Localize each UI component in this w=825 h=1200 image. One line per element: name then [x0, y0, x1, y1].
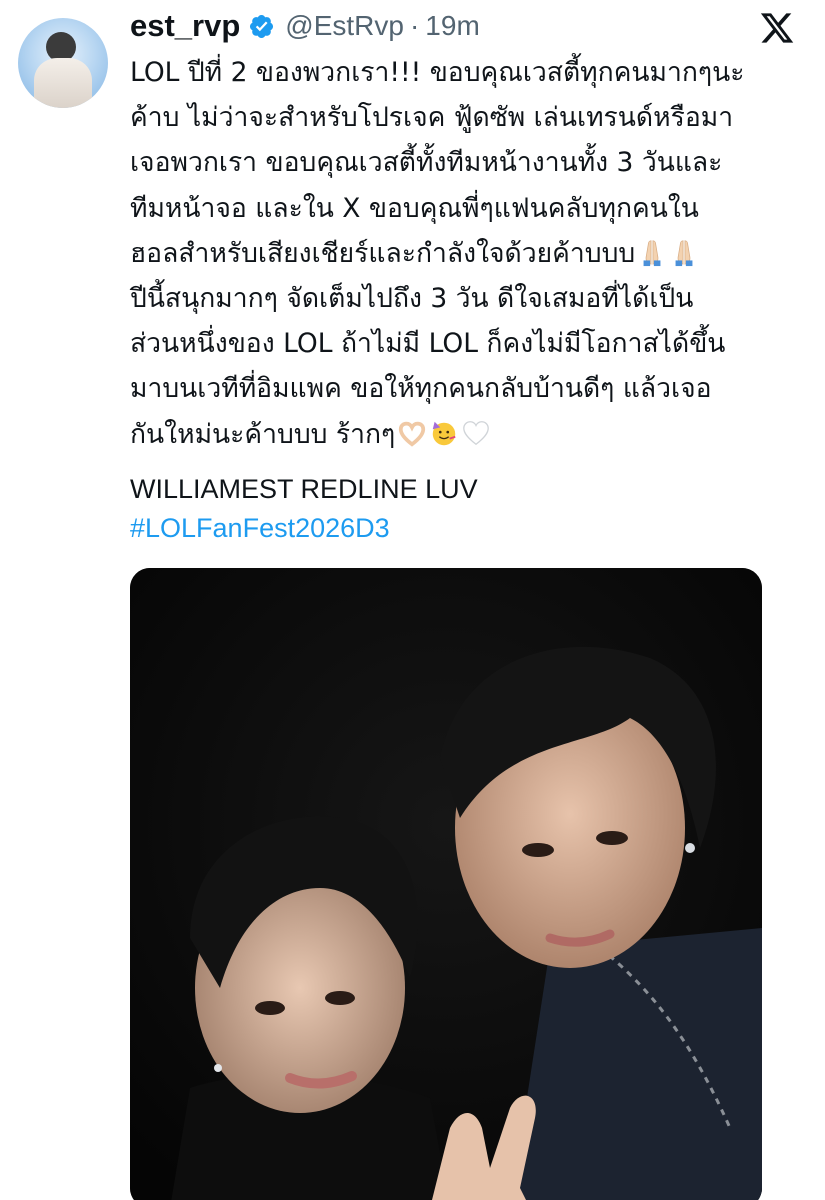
signature-text: WILLIAMEST REDLINE LUV — [130, 474, 478, 504]
text-line: กันใหม่นะค้าบบบ ร้ากๆ — [130, 418, 396, 450]
text-line-with-emoji: ฮอลสำหรับเสียงเชียร์และกำลังใจด้วยค้าบบบ — [130, 231, 802, 276]
profile-avatar[interactable] — [18, 18, 108, 108]
white-heart-emoji — [463, 420, 490, 445]
folded-hands-emoji — [675, 240, 693, 266]
selfie-photo — [130, 568, 762, 1200]
text-line: มาบนเวทีที่อิมแพค ขอให้ทุกคนกลับบ้านดีๆ … — [130, 373, 712, 405]
avatar-body — [34, 58, 92, 108]
text-line-with-emoji: กันใหม่นะค้าบบบ ร้ากๆ — [130, 412, 802, 457]
timestamp[interactable]: 19m — [425, 10, 479, 42]
x-logo-icon[interactable] — [759, 10, 795, 46]
text-line: เจอพวกเรา ขอบคุณเวสตี้ทั้งทีมหน้างานทั้ง… — [130, 147, 723, 179]
verified-badge-icon — [250, 14, 274, 38]
tweet: est_rvp @EstRvp · 19m LOL ปีที่ 2 ของพวก… — [0, 0, 825, 1200]
tweet-text: LOL ปีที่ 2 ของพวกเรา!!! ขอบคุณเวสตี้ทุก… — [130, 50, 802, 457]
heart-hands-emoji — [399, 421, 426, 447]
tweet-header: est_rvp @EstRvp · 19m — [130, 4, 480, 48]
text-line: ส่วนหนึ่งของ LOL ถ้าไม่มี LOL ก็คงไม่มีโ… — [130, 328, 726, 360]
text-line: ทีมหน้าจอ และใน X ขอบคุณพี่ๆแฟนคลับทุกคน… — [130, 192, 699, 224]
text-line: LOL ปีที่ 2 ของพวกเรา!!! ขอบคุณเวสตี้ทุก… — [130, 57, 745, 88]
hashtag-link[interactable]: #LOLFanFest2026D3 — [130, 513, 390, 544]
separator-dot: · — [409, 10, 420, 41]
display-name[interactable]: est_rvp — [130, 8, 240, 44]
partying-face-emoji — [433, 421, 456, 445]
text-line: ฮอลสำหรับเสียงเชียร์และกำลังใจด้วยค้าบบบ — [130, 237, 636, 269]
tweet-photo[interactable] — [130, 568, 762, 1200]
folded-hands-emoji — [643, 240, 661, 266]
text-line: ปีนี้สนุกมากๆ จัดเต็มไปถึง 3 วัน ดีใจเสม… — [130, 282, 694, 314]
handle[interactable]: @EstRvp — [285, 10, 404, 42]
text-line: ค้าบ ไม่ว่าจะสำหรับโปรเจค ฟู้ดซัพ เล่นเท… — [130, 102, 734, 134]
